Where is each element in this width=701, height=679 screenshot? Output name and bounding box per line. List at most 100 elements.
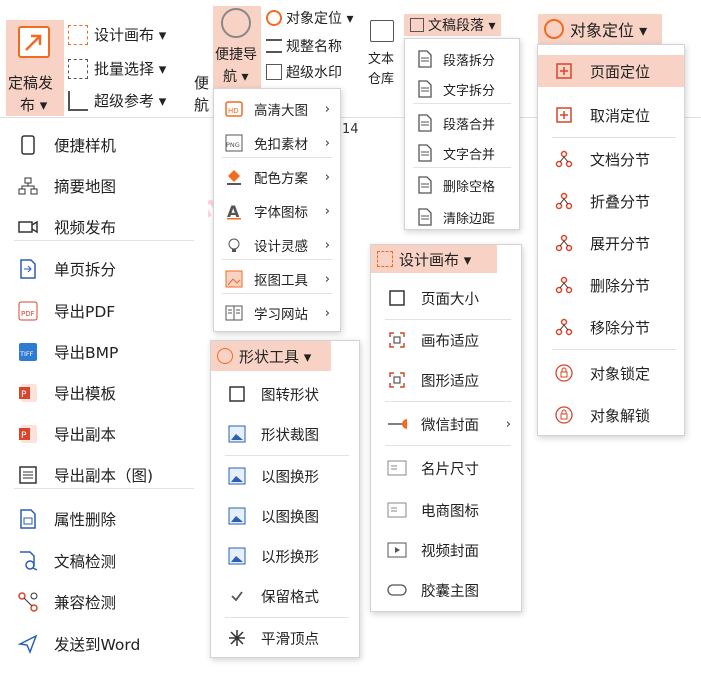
node-icon [554,317,574,337]
batch-icon [68,58,88,79]
nav-partial-button[interactable]: 便 航 [190,20,212,116]
nav-menu-item[interactable]: 配色方案 › [214,163,340,191]
font-icon: A [224,201,244,221]
snow-icon [227,628,247,648]
menu-item-label: 导出副本（图) [54,467,154,485]
paint-bucket-icon [224,167,244,187]
batch-select-button[interactable]: 批量选择 ▾ [68,58,166,79]
menu-item-label: 图转形状 [261,387,319,404]
bulb-icon [224,235,244,255]
canvas-menu-item[interactable]: 画布适应 [371,325,521,355]
menu-item-label: 删除分节 [590,276,651,295]
lock-icon [554,405,574,425]
nav-menu-item[interactable]: 设计灵感 › [214,231,340,259]
para-menu-item[interactable]: 清除边距 [405,203,519,231]
chevron-right-icon: › [324,271,330,287]
pic-icon [227,506,247,526]
convenient-nav-button[interactable]: 便捷导 航 ▾ [213,6,261,90]
nav-menu-item[interactable]: 学习网站 › [214,299,340,327]
object-pos-big-button[interactable]: 对象定位 ▾ [538,14,662,44]
shape-menu-item[interactable]: 形状裁图 [211,419,359,449]
canvas-menu-item[interactable]: 视频封面 [371,535,521,565]
shape-menu-item[interactable]: 以图换形 [211,461,359,491]
divider [225,455,349,456]
canvas-menu-item[interactable]: 胶囊主图 [371,575,521,605]
left-menu-item[interactable]: PDF 导出PDF [0,296,208,326]
shape-menu-item[interactable]: 平滑顶点 [211,623,359,653]
super-watermark-button[interactable]: 超级水印 [266,62,342,82]
left-menu-item[interactable]: 文稿检测 [0,546,208,576]
nav-menu-item[interactable]: HD 高清大图 › [214,95,340,123]
object-pos-small-label: 对象定位 ▾ [286,11,354,27]
normalize-name-button[interactable]: 规整名称 [266,36,342,56]
text-library-button[interactable]: 文本 仓库 [364,20,402,90]
video-icon [18,217,38,237]
objpos-menu-item[interactable]: 移除分节 [538,311,684,343]
text-library-label-2: 仓库 [368,72,395,87]
list-icon [266,39,282,53]
left-menu-item[interactable]: 视频发布 [0,212,208,242]
nav-menu-item[interactable]: PNG 免扣素材 › [214,129,340,157]
nav-menu-item[interactable]: 抠图工具 › [214,265,340,293]
menu-item-label: 保留格式 [261,589,319,606]
para-menu-item[interactable]: 段落合并 [405,109,519,137]
objpos-menu-item[interactable]: 文档分节 [538,143,684,175]
design-canvas-label: 设计画布 ▾ [94,26,167,44]
target-icon [266,10,282,26]
text-para-button[interactable]: 文稿段落 ▾ [404,14,502,36]
canvas-menu-item[interactable]: 名片尺寸 [371,453,521,483]
objpos-menu-item[interactable]: 对象锁定 [538,357,684,389]
left-menu-item[interactable]: 单页拆分 [0,254,208,284]
para-menu: 段落拆分文字拆分段落合并 文字合并删除空格清除边距 [404,38,520,230]
para-menu-item[interactable]: 段落拆分 [405,45,519,73]
left-menu-item[interactable]: P 导出副本 [0,419,208,449]
para-menu-item[interactable]: 文字拆分 [405,75,519,103]
menu-item-label: 文字拆分 [443,83,496,99]
menu-item-label: 文稿检测 [54,553,117,571]
left-menu-item[interactable]: 摘要地图 [0,171,208,201]
canvas-menu-item[interactable]: 微信封面 › [371,409,521,439]
menu-item-label: 图形适应 [421,373,479,390]
left-menu-item[interactable]: 便捷样机 [0,130,208,160]
shape-tool-header[interactable]: 形状工具 ▾ [211,341,331,371]
objpos-menu-item[interactable]: 删除分节 [538,269,684,301]
objpos-menu-item[interactable]: 对象解锁 [538,399,684,431]
chevron-right-icon: › [324,305,330,321]
design-canvas-button[interactable]: 设计画布 ▾ [68,24,166,45]
doc-check-icon [18,551,38,571]
divider [222,259,332,260]
objpos-menu-item[interactable]: 页面定位 [538,55,684,87]
node-icon [554,191,574,211]
left-menu-item[interactable]: 导出副本（图) [0,460,208,490]
para-menu-item[interactable]: 删除空格 [405,171,519,199]
objpos-menu-item[interactable]: 取消定位 [538,99,684,131]
chevron-right-icon: › [324,203,330,219]
nav-menu-item[interactable]: A 字体图标 › [214,197,340,225]
menu-item-label: 摘要地图 [54,178,117,196]
objpos-menu-item[interactable]: 折叠分节 [538,185,684,217]
shape-menu-item[interactable]: 以图换图 [211,501,359,531]
phone-icon [18,135,38,155]
left-menu-item[interactable]: P 导出模板 [0,378,208,408]
ppt-icon: P [18,383,38,403]
left-menu-item[interactable]: 属性删除 [0,504,208,534]
super-ref-button[interactable]: 超级参考 ▾ [68,90,166,111]
card-icon [387,458,407,478]
canvas-header[interactable]: 设计画布 ▾ [371,245,497,273]
para-menu-item[interactable]: 文字合并 [405,139,519,167]
shape-menu-item[interactable]: 保留格式 [211,581,359,611]
shape-menu-item[interactable]: 以形换形 [211,541,359,571]
canvas-menu-item[interactable]: 图形适应 [371,365,521,395]
objpos-menu-item[interactable]: 展开分节 [538,227,684,259]
left-menu: 便捷样机 摘要地图 视频发布 单页拆分 PDF 导出PDF TIFF 导出BMP P 导出模板 P 导… [0,118,208,679]
shape-menu-item[interactable]: 图转形状 [211,379,359,409]
left-menu-item[interactable]: 发送到Word [0,629,208,659]
node-icon [554,233,574,253]
canvas-menu-item[interactable]: 页面大小 [371,283,521,313]
left-menu-item[interactable]: 兼容检测 [0,587,208,617]
object-pos-small-button[interactable]: 对象定位 ▾ [266,8,353,28]
canvas-menu-item[interactable]: 电商图标 [371,495,521,525]
pic-icon [227,424,247,444]
left-menu-item[interactable]: TIFF 导出BMP [0,337,208,367]
finalize-publish-button[interactable]: 定稿发 布 ▾ [6,20,64,116]
